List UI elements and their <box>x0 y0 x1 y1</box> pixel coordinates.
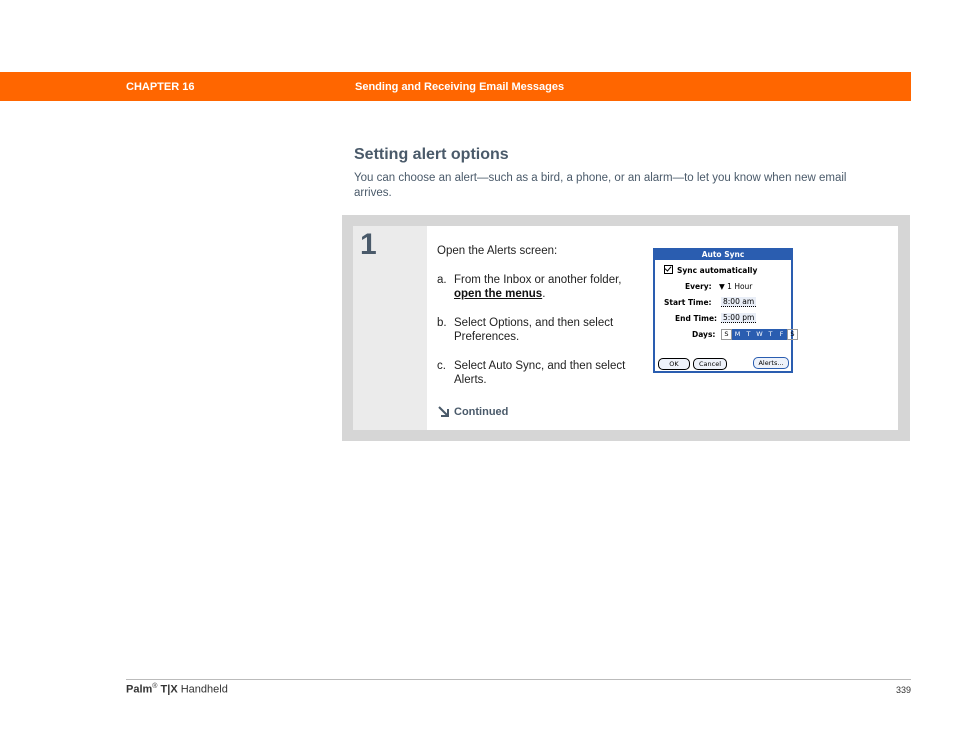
arrow-down-right-icon <box>438 406 449 417</box>
start-time-label: Start Time: <box>664 298 712 307</box>
every-picker[interactable]: ▼ 1 Hour <box>719 282 752 291</box>
page-number: 339 <box>895 685 911 695</box>
open-menus-link[interactable]: open the menus <box>454 288 542 300</box>
sync-automatically-row: Sync automatically <box>664 265 757 275</box>
sync-automatically-label: Sync automatically <box>677 266 758 275</box>
list-item-text: Select Options, and then select Preferen… <box>454 316 614 344</box>
every-row: Every: <box>685 282 712 291</box>
day-toggle[interactable]: S <box>721 329 732 340</box>
continued-label: Continued <box>454 405 509 418</box>
auto-sync-title: Auto Sync <box>655 250 791 260</box>
section-title: Setting alert options <box>354 146 509 163</box>
end-time-label: End Time: <box>675 314 718 323</box>
list-item-text-before: From the Inbox or another folder, <box>454 273 622 286</box>
ok-button[interactable]: OK <box>658 358 690 370</box>
day-toggle[interactable]: S <box>787 329 798 340</box>
list-item-text: Select Auto Sync, and then select Alerts… <box>454 359 626 387</box>
footer-product: Palm® T|X Handheld <box>126 683 228 696</box>
list-marker: a. <box>437 273 447 286</box>
footer-model: T|X <box>160 683 178 696</box>
footer-divider <box>126 679 911 680</box>
day-toggle[interactable]: T <box>765 329 776 340</box>
auto-sync-screenshot: Auto Sync Sync automatically Every: ▼ 1 … <box>653 248 798 373</box>
days-label: Days: <box>692 330 716 339</box>
footer-reg-mark: ® <box>152 683 158 690</box>
chapter-number: CHAPTER 16 <box>126 81 195 93</box>
list-item: c. Select Auto Sync, and then select Ale… <box>437 359 627 388</box>
step-lead: Open the Alerts screen: <box>437 245 558 257</box>
section-intro: You can choose an alert—such as a bird, … <box>354 172 847 199</box>
step-number: 1 <box>360 228 377 261</box>
footer-brand: Palm <box>126 683 153 696</box>
chapter-header-bar: CHAPTER 16 Sending and Receiving Email M… <box>0 72 911 101</box>
every-value: 1 Hour <box>727 282 753 291</box>
day-toggle[interactable]: F <box>776 329 787 340</box>
day-toggle[interactable]: W <box>754 329 765 340</box>
days-selector: S M T W T F S <box>721 329 798 340</box>
day-toggle[interactable]: M <box>732 329 743 340</box>
triangle-down-icon: ▼ <box>719 282 725 291</box>
list-marker: c. <box>437 359 446 372</box>
alerts-button[interactable]: Alerts... <box>753 357 789 369</box>
end-time-field[interactable]: 5:00 pm <box>721 313 757 323</box>
start-time-field[interactable]: 8:00 am <box>721 297 757 307</box>
list-item-text-after: . <box>542 288 546 300</box>
continued-link[interactable]: Continued <box>437 405 508 418</box>
checkbox-checked-icon[interactable] <box>664 265 673 274</box>
list-item: b. Select Options, and then select Prefe… <box>437 316 627 345</box>
footer-product-name: Handheld <box>180 683 228 696</box>
cancel-button[interactable]: Cancel <box>693 358 727 370</box>
day-toggle[interactable]: T <box>743 329 754 340</box>
list-item: a. From the Inbox or another folder, ope… <box>437 273 627 302</box>
step-instructions: Open the Alerts screen: a. From the Inbo… <box>437 244 627 402</box>
chapter-title: Sending and Receiving Email Messages <box>355 81 565 93</box>
every-label: Every: <box>685 282 712 291</box>
list-marker: b. <box>437 316 447 329</box>
list-item-text: From the Inbox or another folder, open t… <box>454 273 627 302</box>
